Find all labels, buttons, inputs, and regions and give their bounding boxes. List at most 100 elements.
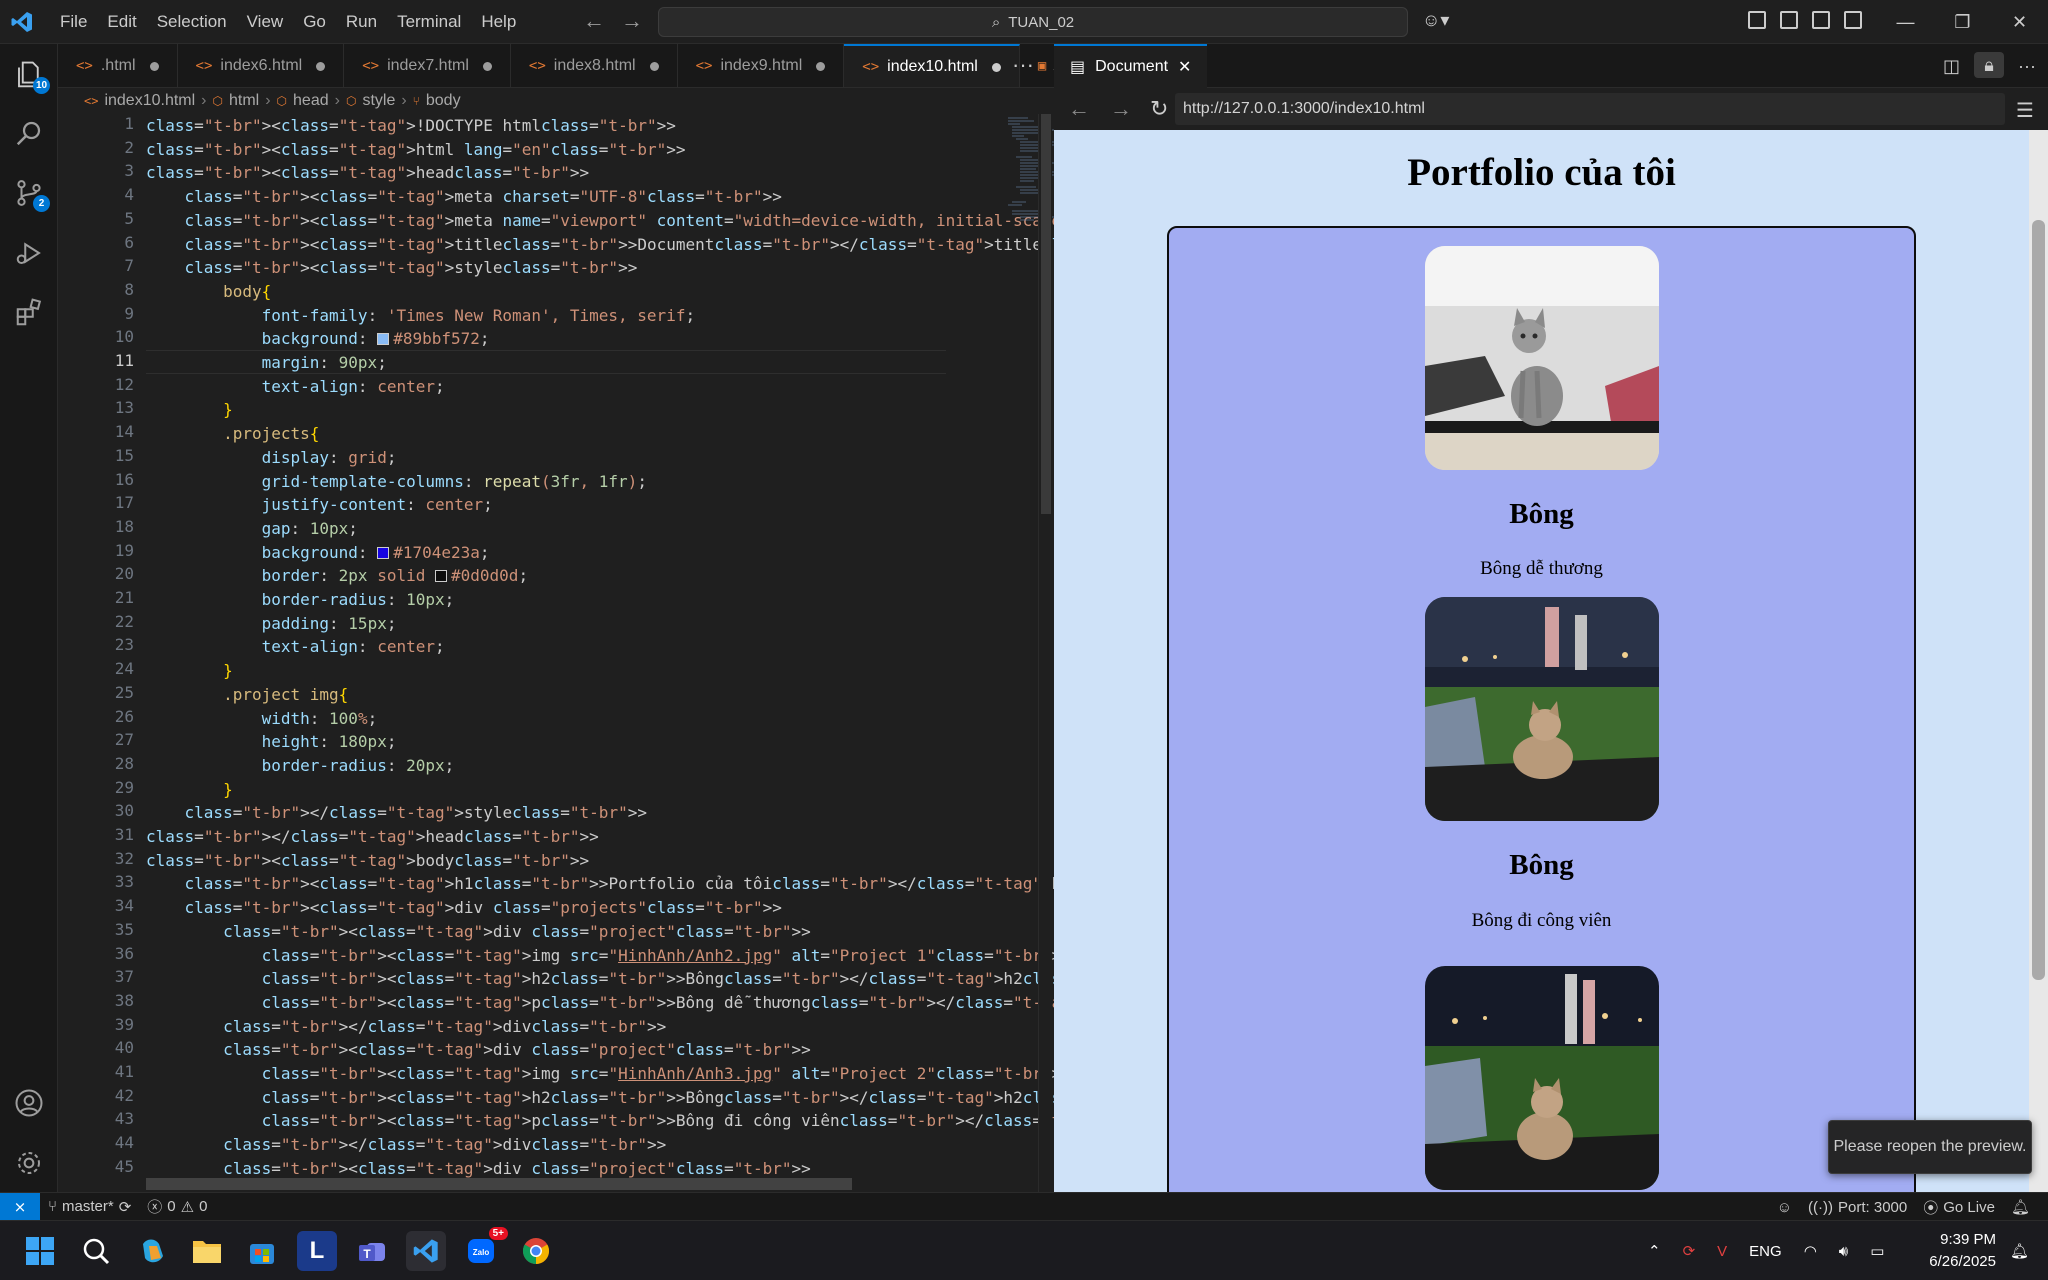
menu-file[interactable]: File [50, 0, 97, 44]
editor-tab[interactable]: <> index6.html [178, 44, 345, 87]
code-line[interactable]: class="t-br"><class="t-tag">titleclass="… [146, 233, 1054, 257]
editor-tab[interactable]: <> index8.html [511, 44, 678, 87]
toggle-sidebar-icon[interactable] [1780, 11, 1798, 29]
editor-scroll-thumb[interactable] [1041, 114, 1051, 514]
code-line[interactable]: grid-template-columns: repeat(3fr, 1fr); [146, 470, 647, 494]
preview-menu-icon[interactable]: ☰ [2016, 98, 2034, 123]
code-line[interactable]: text-align: center; [146, 635, 445, 659]
code-line[interactable]: class="t-br"><class="t-tag">div class="p… [146, 920, 811, 944]
menu-run[interactable]: Run [336, 0, 387, 44]
unsaved-dot-icon[interactable] [316, 61, 326, 71]
unsaved-dot-icon[interactable] [482, 61, 492, 71]
copilot-app-icon[interactable] [132, 1231, 172, 1271]
extensions-icon[interactable] [0, 284, 58, 342]
zalo-icon[interactable]: Zalo 5+ [462, 1227, 508, 1271]
close-tab-icon[interactable]: ✕ [1178, 57, 1191, 77]
code-line[interactable]: class="t-br"><class="t-tag">!DOCTYPE htm… [146, 114, 676, 138]
minimize-icon[interactable]: — [1877, 0, 1934, 44]
code-line[interactable]: class="t-br"></class="t-tag">styleclass=… [146, 801, 647, 825]
preview-url-input[interactable]: http://127.0.0.1:3000/index10.html [1175, 93, 2005, 125]
command-center-search[interactable]: ⌕ TUAN_02 [658, 7, 1408, 37]
remote-indicator-icon[interactable]: ⨯ [0, 1192, 40, 1221]
code-line[interactable]: class="t-br"><class="t-tag">img src="Hin… [146, 1062, 1054, 1086]
menu-edit[interactable]: Edit [97, 0, 146, 44]
breadcrumb-item[interactable]: style [362, 92, 395, 110]
breadcrumb-item[interactable]: index10.html [104, 92, 195, 110]
code-line[interactable]: body{ [146, 280, 271, 304]
tray-sync-icon[interactable]: ⟳ [1683, 1242, 1696, 1260]
code-line[interactable]: padding: 15px; [146, 612, 397, 636]
search-icon[interactable] [0, 104, 58, 162]
code-line[interactable]: width: 100%; [146, 707, 378, 731]
code-line[interactable]: display: grid; [146, 446, 397, 470]
preview-scroll-thumb[interactable] [2032, 220, 2045, 980]
breadcrumb-item[interactable]: html [229, 92, 259, 110]
reload-icon[interactable]: ↻ [1150, 96, 1168, 122]
code-line[interactable]: class="t-br"><class="t-tag">h1class="t-b… [146, 872, 1054, 896]
unsaved-dot-icon[interactable] [816, 61, 826, 71]
code-line[interactable]: margin: 90px; [146, 351, 387, 375]
preview-forward-icon[interactable]: → [1110, 96, 1132, 122]
code-line[interactable]: class="t-br"><class="t-tag">img src="Hin… [146, 944, 1054, 968]
editor-horizontal-scrollbar[interactable] [146, 1178, 852, 1190]
breadcrumb-item[interactable]: head [293, 92, 329, 110]
back-arrow-icon[interactable]: ← [583, 8, 605, 34]
vscode-taskbar-icon[interactable] [406, 1231, 446, 1271]
code-line[interactable]: class="t-br"><class="t-tag">div class="p… [146, 1038, 811, 1062]
tab-document-preview[interactable]: ▤ Document ✕ [1054, 44, 1208, 88]
code-line[interactable]: class="t-br"><class="t-tag">styleclass="… [146, 256, 638, 280]
code-line[interactable]: class="t-br"></class="t-tag">divclass="t… [146, 1133, 666, 1157]
split-editor-icon[interactable]: ◫ [1943, 56, 1960, 78]
toggle-secondary-sidebar-icon[interactable] [1844, 11, 1862, 29]
branch-indicator[interactable]: ⑂ master* ⟳ [40, 1198, 139, 1216]
code-line[interactable]: class="t-br"><class="t-tag">bodyclass="t… [146, 849, 589, 873]
editor-tab[interactable]: <> index9.html [678, 44, 845, 87]
menu-terminal[interactable]: Terminal [387, 0, 471, 44]
code-line[interactable]: background: #1704e23a; [146, 541, 490, 565]
battery-icon[interactable]: ▭ [1870, 1242, 1884, 1260]
settings-gear-icon[interactable] [0, 1134, 58, 1192]
code-line[interactable]: } [146, 778, 233, 802]
unsaved-dot-icon[interactable] [991, 62, 1001, 72]
code-line[interactable]: justify-content: center; [146, 493, 493, 517]
explorer-icon[interactable]: 10 [0, 46, 58, 104]
code-line[interactable]: class="t-br"><class="t-tag">div class="p… [146, 1157, 811, 1181]
code-line[interactable]: class="t-br"><class="t-tag">pclass="t-br… [146, 991, 1054, 1015]
go-live-button[interactable]: ⦿ Go Live [1915, 1197, 2003, 1218]
code-line[interactable]: font-family: 'Times New Roman', Times, s… [146, 304, 696, 328]
code-line[interactable]: border: 2px solid #0d0d0d; [146, 564, 528, 588]
tray-overflow-icon[interactable]: ⌃ [1648, 1242, 1661, 1260]
code-line[interactable]: .projects{ [146, 422, 319, 446]
unsaved-dot-icon[interactable] [149, 61, 159, 71]
port-indicator[interactable]: ((·)) Port: 3000 [1800, 1199, 1915, 1216]
code-line[interactable]: .project img{ [146, 683, 348, 707]
problems-indicator[interactable]: ⓧ 0 ⚠ 0 [139, 1196, 215, 1217]
editor-tab[interactable]: <> .html [58, 44, 178, 87]
code-line[interactable]: height: 180px; [146, 730, 397, 754]
clock[interactable]: 9:39 PM 6/26/2025 [1929, 1229, 1996, 1273]
customize-layout-icon[interactable] [1748, 11, 1766, 29]
teams-icon[interactable]: T [352, 1231, 392, 1271]
code-line[interactable]: class="t-br"></class="t-tag">headclass="… [146, 825, 599, 849]
editor-tab[interactable]: <> index7.html [344, 44, 511, 87]
menu-help[interactable]: Help [471, 0, 526, 44]
more-actions-icon[interactable]: ··· [2018, 56, 2036, 78]
code-line[interactable]: class="t-br"><class="t-tag">html lang="e… [146, 138, 686, 162]
more-actions-icon[interactable]: ··· [1012, 52, 1034, 78]
code-editor[interactable]: 1 2 3 4 5 6 7 8 9 10 11 12 13 14 15 16 17 18 19 20 21 22 23 24 2… [58, 114, 1054, 1192]
store-icon[interactable] [242, 1231, 282, 1271]
code-line[interactable]: background: #89bbf572; [146, 327, 490, 351]
l-app-icon[interactable]: L [297, 1231, 337, 1271]
menu-selection[interactable]: Selection [147, 0, 237, 44]
copilot-status-icon[interactable]: ☺︎ [1769, 1199, 1800, 1216]
code-line[interactable]: } [146, 398, 233, 422]
code-line[interactable]: class="t-br"><class="t-tag">meta name="v… [146, 209, 1054, 233]
volume-icon[interactable]: 🔊︎ [1839, 1243, 1848, 1260]
code-line[interactable]: border-radius: 20px; [146, 754, 455, 778]
preview-scrollbar[interactable] [2029, 130, 2048, 1192]
windows-start-icon[interactable] [20, 1231, 60, 1271]
notifications-bell-icon[interactable]: 🔔︎ [2003, 1198, 2038, 1216]
taskbar-search-icon[interactable] [76, 1231, 116, 1271]
source-control-icon[interactable]: 2 [0, 164, 58, 222]
copilot-icon[interactable]: ☺︎▾ [1422, 10, 1449, 31]
